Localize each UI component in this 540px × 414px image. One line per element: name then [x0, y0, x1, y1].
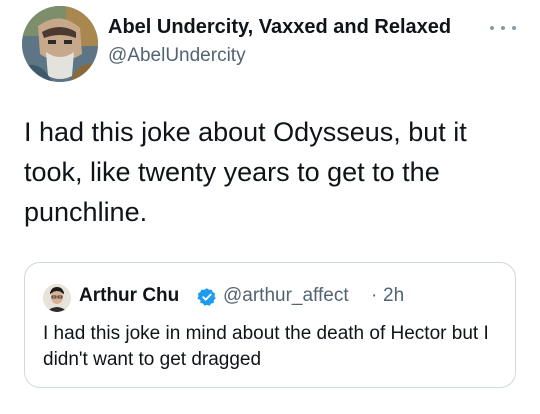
- quoted-author-handle[interactable]: @arthur_affect: [223, 285, 349, 307]
- author-avatar[interactable]: [22, 6, 98, 82]
- more-dot: [501, 26, 505, 30]
- verified-badge-icon: [197, 288, 216, 306]
- more-dot: [490, 26, 494, 30]
- author-display-name[interactable]: Abel Undercity, Vaxxed and Relaxed: [108, 16, 451, 39]
- quoted-tweet-text: I had this joke in mind about the death …: [43, 323, 489, 370]
- more-dot: [512, 26, 516, 30]
- author-handle[interactable]: @AbelUndercity: [108, 45, 246, 67]
- separator-dot: ·: [371, 285, 378, 306]
- painted-portrait-icon: [22, 6, 98, 82]
- quoted-tweet-time[interactable]: 2h: [383, 285, 404, 307]
- tweet-text: I had this joke about Odysseus, but it t…: [24, 117, 467, 227]
- quoted-author-name[interactable]: Arthur Chu: [79, 285, 179, 307]
- more-options-icon[interactable]: [488, 18, 518, 38]
- quoted-author-avatar[interactable]: [43, 284, 71, 312]
- tweet-card: Abel Undercity, Vaxxed and Relaxed @Abel…: [0, 0, 540, 414]
- profile-photo-icon: [43, 284, 71, 312]
- quoted-tweet[interactable]: Arthur Chu @arthur_affect · 2h I had thi…: [24, 262, 516, 388]
